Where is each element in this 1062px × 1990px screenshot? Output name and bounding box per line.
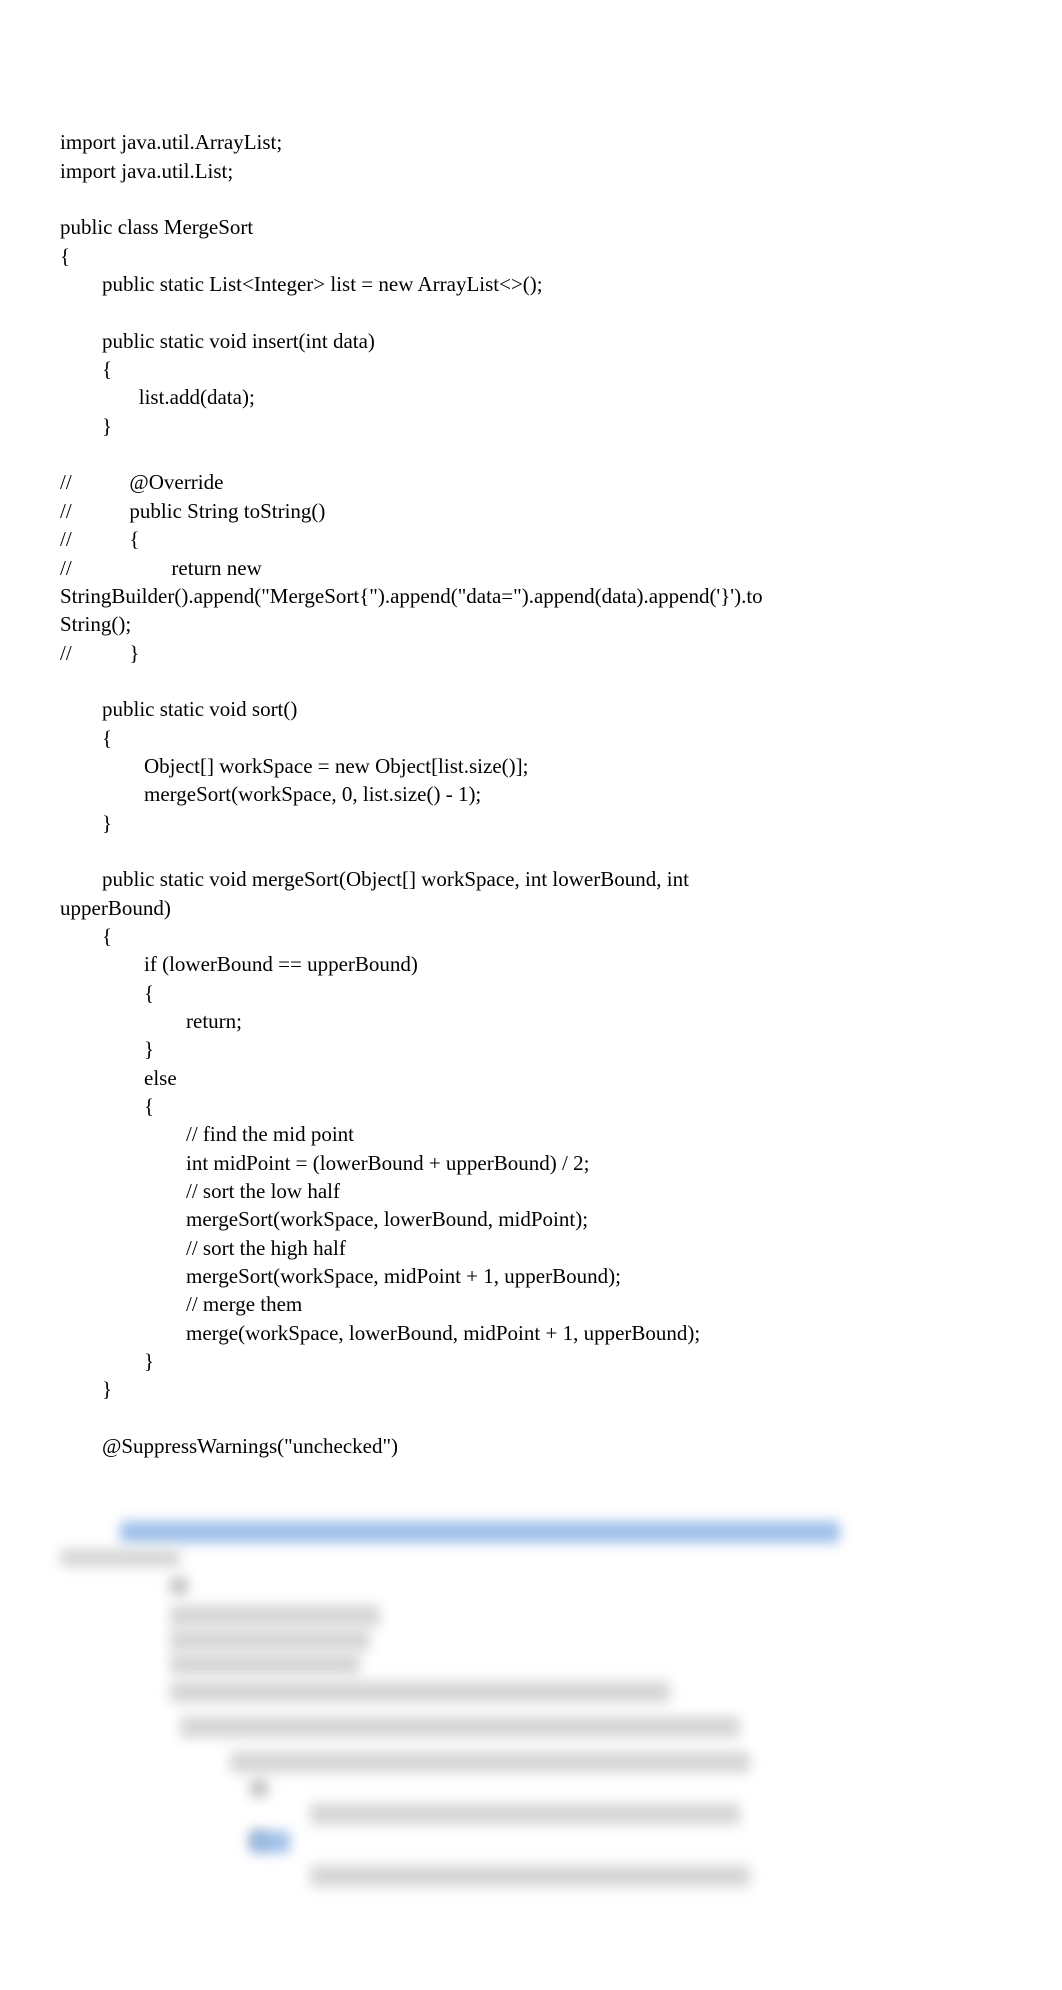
code-line: } <box>60 811 112 835</box>
code-line: } <box>60 1377 112 1401</box>
code-line: mergeSort(workSpace, lowerBound, midPoin… <box>60 1207 588 1231</box>
code-line: { <box>60 244 70 268</box>
code-line: upperBound) <box>60 896 171 920</box>
code-line: public static void mergeSort(Object[] wo… <box>60 867 689 891</box>
code-line: mergeSort(workSpace, 0, list.size() - 1)… <box>60 782 481 806</box>
document-page: import java.util.ArrayList; import java.… <box>0 0 1062 1990</box>
code-line: // public String toString() <box>60 499 325 523</box>
code-line: { <box>60 981 154 1005</box>
code-line: } <box>60 414 112 438</box>
code-line: Object[] workSpace = new Object[list.siz… <box>60 754 528 778</box>
code-line: String(); <box>60 612 131 636</box>
code-line: @SuppressWarnings("unchecked") <box>60 1434 398 1458</box>
code-line: else <box>60 1066 177 1090</box>
code-line: public static void sort() <box>60 697 297 721</box>
blurred-preview-region <box>60 1521 1002 1901</box>
code-line: StringBuilder().append("MergeSort{").app… <box>60 584 763 608</box>
code-listing: import java.util.ArrayList; import java.… <box>60 128 1002 1460</box>
code-line: import java.util.List; <box>60 159 233 183</box>
code-line: int midPoint = (lowerBound + upperBound)… <box>60 1151 589 1175</box>
code-line: } <box>60 1037 154 1061</box>
code-line: // sort the high half <box>60 1236 346 1260</box>
code-line: // sort the low half <box>60 1179 340 1203</box>
code-line: } <box>60 1349 154 1373</box>
code-line: { <box>60 726 112 750</box>
code-line: // return new <box>60 556 262 580</box>
code-line: { <box>60 1094 154 1118</box>
code-line: // merge them <box>60 1292 302 1316</box>
code-line: { <box>60 357 112 381</box>
code-line: // find the mid point <box>60 1122 354 1146</box>
code-line: // @Override <box>60 470 223 494</box>
code-line: list.add(data); <box>60 385 255 409</box>
code-line: // } <box>60 641 140 665</box>
code-line: public class MergeSort <box>60 215 253 239</box>
code-line: public static void insert(int data) <box>60 329 375 353</box>
code-line: public static List<Integer> list = new A… <box>60 272 543 296</box>
code-line: { <box>60 924 112 948</box>
code-line: return; <box>60 1009 242 1033</box>
code-line: if (lowerBound == upperBound) <box>60 952 418 976</box>
code-line: // { <box>60 527 140 551</box>
code-line: import java.util.ArrayList; <box>60 130 282 154</box>
code-line: mergeSort(workSpace, midPoint + 1, upper… <box>60 1264 621 1288</box>
code-line: merge(workSpace, lowerBound, midPoint + … <box>60 1321 700 1345</box>
